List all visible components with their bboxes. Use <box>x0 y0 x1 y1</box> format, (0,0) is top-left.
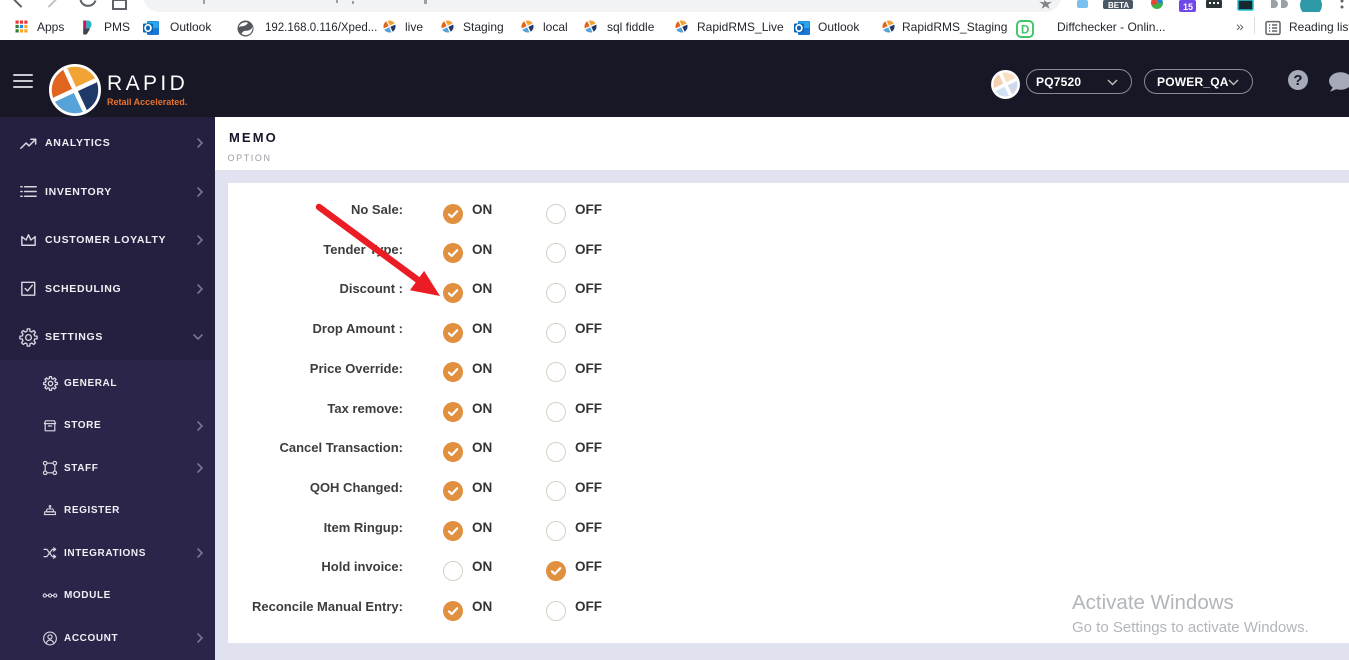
svg-text:?: ? <box>1293 72 1302 89</box>
svg-text:D: D <box>1021 24 1029 36</box>
svg-text:15: 15 <box>1183 2 1193 12</box>
svg-text:BETA: BETA <box>1108 1 1129 10</box>
